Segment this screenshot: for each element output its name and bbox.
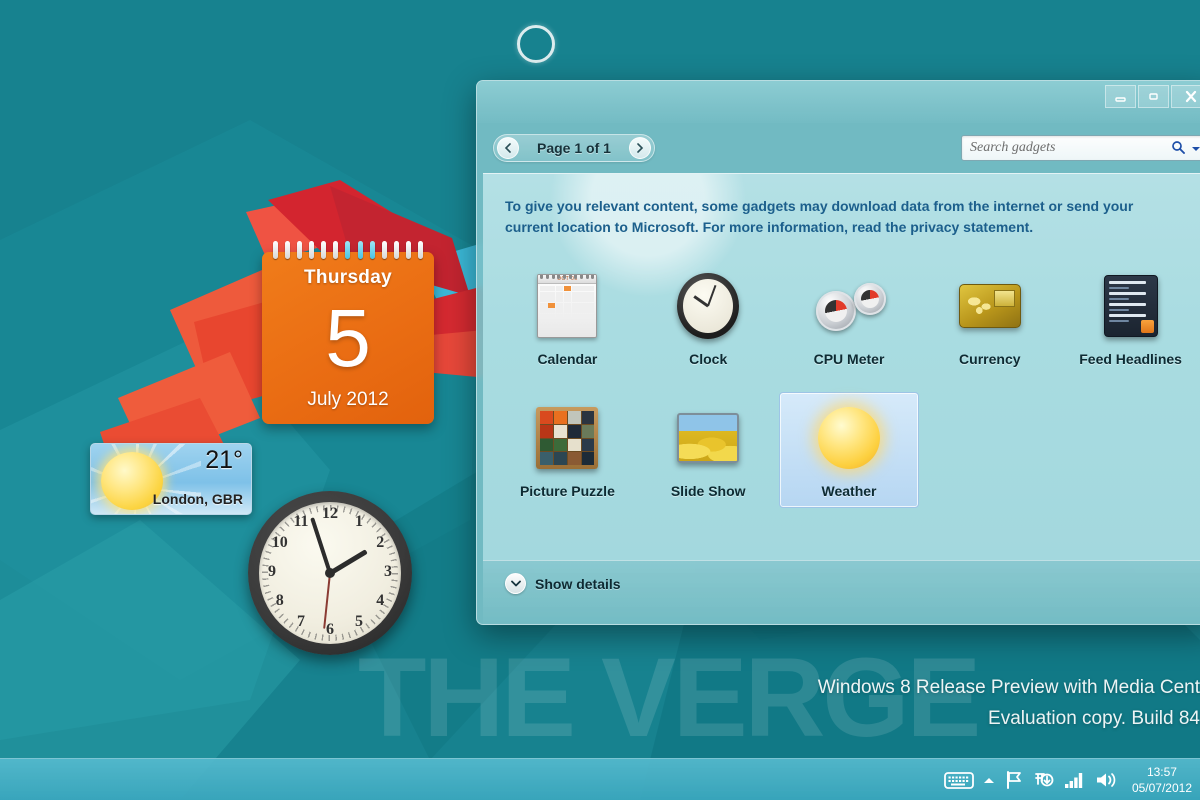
clock-gadget[interactable]: 12 1 2 3 4 5 6 7 8 9 10 11 <box>248 491 412 655</box>
gadget-label: Currency <box>959 351 1021 367</box>
gadget-tile-picture-puzzle[interactable]: Picture Puzzle <box>497 392 638 508</box>
weather-gadget[interactable]: 21° London, GBR <box>90 443 252 515</box>
weather-temperature: 21° <box>205 446 243 474</box>
clock-numeral: 10 <box>271 534 288 551</box>
privacy-notice: To give you relevant content, some gadge… <box>505 198 1134 235</box>
chevron-right-icon <box>637 143 644 153</box>
clock-numeral: 3 <box>384 563 392 580</box>
clock-numeral: 8 <box>275 592 284 609</box>
cpu-meter-gadget-icon <box>814 271 886 341</box>
search-input[interactable] <box>970 140 1168 156</box>
gadget-tile-slide-show[interactable]: Slide Show <box>638 392 779 508</box>
gadget-tile-feed-headlines[interactable]: Feed Headlines <box>1060 260 1200 376</box>
chevron-down-icon[interactable] <box>1188 140 1200 156</box>
search-icon[interactable] <box>1168 140 1188 157</box>
window-titlebar[interactable] <box>477 81 1200 123</box>
gadget-toolbar: Page 1 of 1 <box>477 123 1200 173</box>
page-navigation: Page 1 of 1 <box>493 134 655 162</box>
minimize-icon <box>1115 96 1126 102</box>
slideshow-gadget-icon <box>673 403 743 473</box>
gadget-label: Picture Puzzle <box>519 483 615 499</box>
gadget-grid: OCT 06 Calendar Clock CPU Meter Currency… <box>483 260 1200 508</box>
network-sync-icon[interactable] <box>1033 770 1055 790</box>
gadget-tile-weather[interactable]: Weather <box>778 392 920 508</box>
minimize-button[interactable] <box>1105 85 1136 108</box>
calendar-spiral-binding <box>262 241 434 259</box>
flag-action-center-icon[interactable] <box>1004 770 1024 790</box>
chevron-down-icon <box>505 573 526 594</box>
calendar-gadget[interactable]: Thursday 5 July 2012 <box>262 241 434 424</box>
clock-numeral: 12 <box>322 505 338 522</box>
gadget-label: Feed Headlines <box>1079 351 1182 367</box>
chevron-left-icon <box>504 143 511 153</box>
maximize-button[interactable] <box>1138 85 1169 108</box>
calendar-weekday: Thursday <box>304 267 392 288</box>
clock-numeral: 4 <box>376 592 385 609</box>
desktop[interactable]: Thursday 5 July 2012 21° London, GBR 12 1… <box>0 0 1200 800</box>
clock-date: 05/07/2012 <box>1131 781 1192 795</box>
clock-numeral: 7 <box>297 613 305 631</box>
taskbar-clock[interactable]: 13:57 05/07/2012 <box>1126 764 1192 796</box>
clock-numeral: 9 <box>268 563 276 580</box>
taskbar[interactable]: 13:57 05/07/2012 <box>0 758 1200 800</box>
gadget-label: CPU Meter <box>813 351 885 367</box>
gadget-label: Slide Show <box>670 483 746 499</box>
gadget-tile-currency[interactable]: Currency <box>919 260 1060 376</box>
system-tray: 13:57 05/07/2012 <box>944 759 1192 800</box>
page-indicator-label: Page 1 of 1 <box>537 140 611 156</box>
show-hidden-icons-chevron-up[interactable] <box>983 776 995 785</box>
calendar-month-year: July 2012 <box>307 389 389 410</box>
search-box[interactable] <box>961 135 1200 161</box>
gadget-window-footer: Show details <box>483 560 1200 624</box>
feed-gadget-icon <box>1096 271 1166 341</box>
calendar-day-number: 5 <box>325 293 371 385</box>
clock-gadget-icon <box>673 271 743 341</box>
show-details-label: Show details <box>535 575 621 592</box>
gadget-label: Calendar <box>537 351 598 367</box>
close-icon <box>1185 90 1197 103</box>
next-page-button[interactable] <box>628 137 651 159</box>
calendar-gadget-icon: OCT 06 <box>532 271 602 341</box>
weather-gadget-icon <box>814 403 884 473</box>
clock-numeral: 11 <box>293 512 309 530</box>
clock-numeral: 2 <box>376 534 385 551</box>
weather-location: London, GBR <box>152 491 243 507</box>
gadget-tile-cpu-meter[interactable]: CPU Meter <box>779 260 920 376</box>
gadget-tile-clock[interactable]: Clock <box>638 260 779 376</box>
keyboard-icon[interactable] <box>944 770 974 790</box>
gadget-label: Clock <box>689 351 728 367</box>
circle-outline-decoration <box>517 25 555 63</box>
clock-time: 13:57 <box>1146 764 1177 779</box>
close-button[interactable] <box>1171 85 1200 108</box>
volume-icon[interactable] <box>1095 771 1117 789</box>
show-details-button[interactable]: Show details <box>505 573 621 594</box>
previous-page-button[interactable] <box>497 137 519 159</box>
clock-numeral: 1 <box>355 512 363 530</box>
gadget-tile-calendar[interactable]: OCT 06 Calendar <box>497 260 638 376</box>
desktop-gadgets-window[interactable]: Page 1 of 1 Search gadgets To give you r… <box>476 80 1200 625</box>
clock-center-pin <box>325 568 335 578</box>
window-controls <box>1105 85 1200 108</box>
clock-numeral: 5 <box>355 613 363 631</box>
signal-bars-icon[interactable] <box>1064 771 1086 789</box>
currency-gadget-icon <box>955 271 1025 341</box>
gadget-gallery-content: To give you relevant content, some gadge… <box>483 173 1200 560</box>
maximize-icon <box>1149 93 1158 100</box>
puzzle-gadget-icon <box>532 403 602 473</box>
gadget-label: Weather <box>821 483 877 499</box>
